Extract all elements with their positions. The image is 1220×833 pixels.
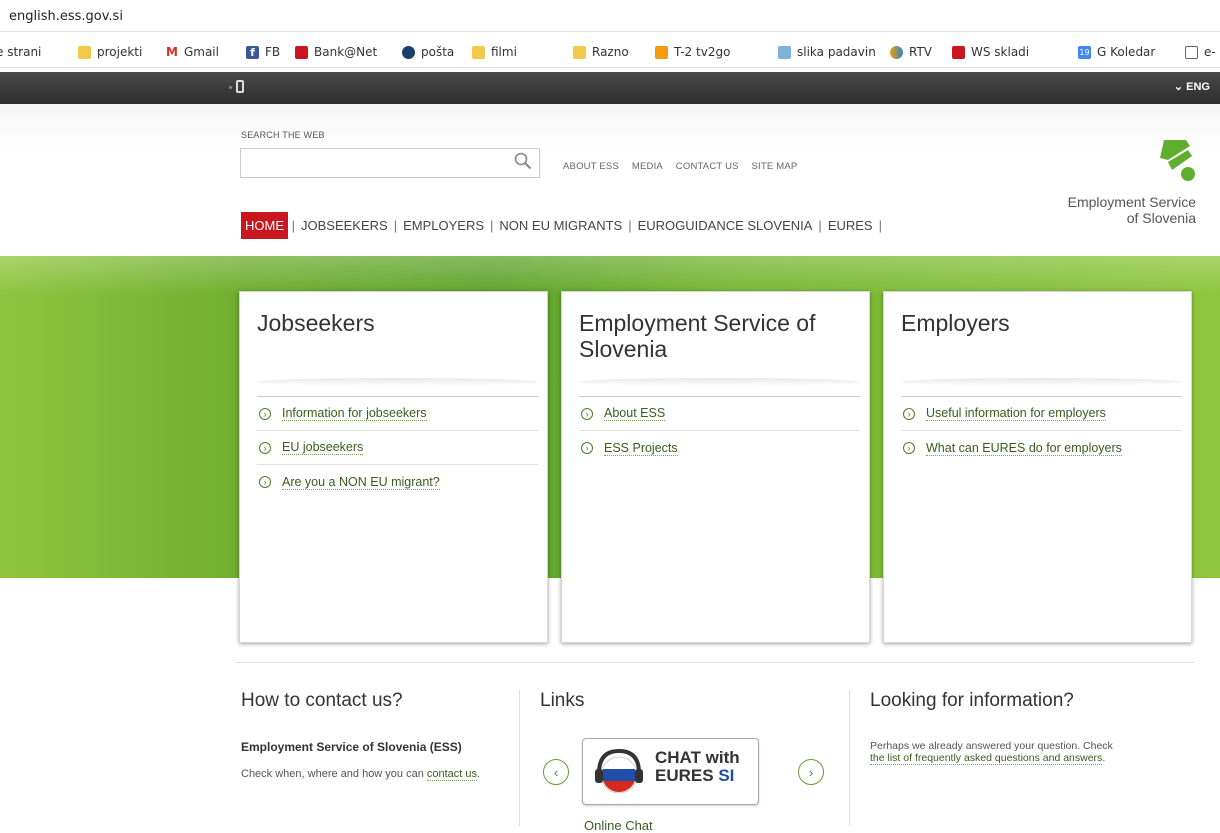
- rtv-icon: [890, 45, 903, 59]
- bookmark-item[interactable]: e strani: [0, 45, 41, 59]
- bookmark-item[interactable]: WS skladi: [952, 45, 1029, 59]
- bookmark-item[interactable]: RTV: [890, 45, 932, 59]
- address-text: english.ess.gov.si: [9, 9, 123, 24]
- carousel-next-button[interactable]: ›: [798, 759, 824, 785]
- bookmark-item[interactable]: e-: [1185, 45, 1216, 59]
- arrow-right-icon: ›: [903, 442, 915, 454]
- bookmark-item[interactable]: M Gmail: [166, 45, 219, 59]
- column-divider: [849, 690, 850, 826]
- chat-eures-banner[interactable]: CHAT with EURES SI: [582, 738, 759, 805]
- section-title: Looking for information?: [870, 690, 1074, 711]
- section-title: How to contact us?: [241, 690, 403, 711]
- mobile-icon[interactable]: [236, 80, 244, 93]
- contact-text: Check when, where and how you can contac…: [241, 768, 481, 781]
- nav-employers[interactable]: EMPLOYERS: [397, 218, 490, 233]
- nav-separator: |: [878, 218, 882, 233]
- bookmark-item[interactable]: filmi: [472, 45, 517, 59]
- bookmark-item[interactable]: pošta: [402, 45, 454, 59]
- contact-us-link[interactable]: CONTACT US: [676, 161, 739, 172]
- nav-separator: |: [288, 218, 295, 233]
- nav-non-eu-migrants[interactable]: NON EU MIGRANTS: [493, 218, 628, 233]
- nav-jobseekers[interactable]: JOBSEEKERS: [295, 218, 394, 233]
- bookmark-item[interactable]: 19 G Koledar: [1078, 45, 1155, 59]
- bookmark-item[interactable]: Razno: [573, 45, 629, 59]
- top-utility-bar: [0, 72, 1220, 104]
- utility-links: ABOUT ESS MEDIA CONTACT US SITE MAP: [563, 161, 807, 172]
- folder-icon: [78, 45, 91, 59]
- card-title: Employers: [901, 310, 1010, 336]
- footer-divider: [236, 662, 1194, 663]
- site-map-link[interactable]: SITE MAP: [752, 161, 798, 172]
- card-employers: Employers › Useful information for employ…: [883, 291, 1192, 643]
- org-name: Employment Service of Slovenia (ESS): [241, 740, 462, 754]
- tv-icon: [655, 45, 668, 59]
- divider: [901, 378, 1182, 386]
- list-item[interactable]: › Useful information for employers: [901, 397, 1182, 431]
- arrow-right-icon: ›: [259, 476, 271, 488]
- brand-name: Employment Service of Slovenia: [1067, 194, 1196, 226]
- list-item[interactable]: › Are you a NON EU migrant?: [257, 465, 538, 499]
- search-input[interactable]: [240, 148, 540, 178]
- bookmark-item[interactable]: slika padavin: [778, 45, 876, 59]
- folder-icon: [573, 45, 586, 59]
- card-title: Jobseekers: [257, 310, 375, 336]
- headset-flag-icon: [595, 748, 643, 794]
- arrow-right-icon: ›: [581, 442, 593, 454]
- arrow-right-icon: ›: [903, 407, 915, 420]
- list-item[interactable]: › ESS Projects: [579, 431, 860, 465]
- arrow-right-icon: ›: [259, 407, 271, 420]
- bookmark-item[interactable]: T-2 tv2go: [655, 45, 730, 59]
- bookmarks-bar: e strani projekti M Gmail f FB Bank@Net po…: [0, 38, 1220, 68]
- nav-euroguidance[interactable]: EUROGUIDANCE SLOVENIA: [632, 218, 819, 233]
- card-links: › Information for jobseekers › EU jobseeke…: [257, 396, 538, 499]
- facebook-icon: f: [246, 45, 259, 59]
- contact-us-link[interactable]: contact us: [426, 768, 478, 781]
- arrow-right-icon: ›: [581, 407, 593, 420]
- card-ess: Employment Service of Slovenia › About ES…: [561, 291, 870, 643]
- media-link[interactable]: MEDIA: [632, 161, 663, 172]
- divider: [257, 378, 538, 386]
- nav-eures[interactable]: EURES: [822, 218, 879, 233]
- carousel-prev-button[interactable]: ‹: [543, 759, 569, 785]
- mail-icon: [402, 45, 415, 59]
- card-links: › Useful information for employers › What …: [901, 396, 1182, 465]
- language-selector[interactable]: ⌄ ENG: [1174, 80, 1210, 93]
- nav-home[interactable]: HOME: [241, 212, 288, 239]
- page-icon: [1185, 45, 1198, 59]
- faq-link[interactable]: the list of frequently asked questions a…: [870, 752, 1103, 765]
- bookmark-item[interactable]: projekti: [78, 45, 142, 59]
- list-item[interactable]: › What can EURES do for employers: [901, 431, 1182, 465]
- info-text: Perhaps we already answered your questio…: [870, 740, 1113, 765]
- weather-icon: [778, 45, 791, 59]
- divider: [579, 378, 860, 386]
- bookmark-item[interactable]: Bank@Net: [295, 45, 377, 59]
- card-jobseekers: Jobseekers › Information for jobseekers ›…: [239, 291, 548, 643]
- folder-icon: [472, 45, 485, 59]
- gmail-icon: M: [166, 45, 178, 59]
- about-ess-link[interactable]: ABOUT ESS: [563, 161, 619, 172]
- chat-title: CHAT with EURES SI: [655, 748, 740, 785]
- list-item[interactable]: › Information for jobseekers: [257, 397, 538, 431]
- bank-icon: [295, 45, 308, 59]
- list-item[interactable]: › About ESS: [579, 397, 860, 431]
- search-label: SEARCH THE WEB: [241, 130, 325, 140]
- separator-dot: [229, 86, 232, 89]
- section-title: Links: [540, 690, 585, 711]
- address-bar[interactable]: english.ess.gov.si: [0, 6, 1220, 32]
- ess-logo[interactable]: [1156, 136, 1196, 182]
- card-title: Employment Service of Slovenia: [579, 310, 816, 362]
- ws-icon: [952, 45, 965, 59]
- main-nav: HOME | JOBSEEKERS | EMPLOYERS | NON EU M…: [241, 212, 882, 239]
- list-item[interactable]: › EU jobseekers: [257, 431, 538, 465]
- column-divider: [519, 690, 520, 826]
- calendar-icon: 19: [1078, 45, 1091, 59]
- card-links: › About ESS › ESS Projects: [579, 396, 860, 465]
- bookmark-item[interactable]: f FB: [246, 45, 280, 59]
- search-icon[interactable]: [514, 152, 532, 170]
- arrow-right-icon: ›: [259, 441, 271, 454]
